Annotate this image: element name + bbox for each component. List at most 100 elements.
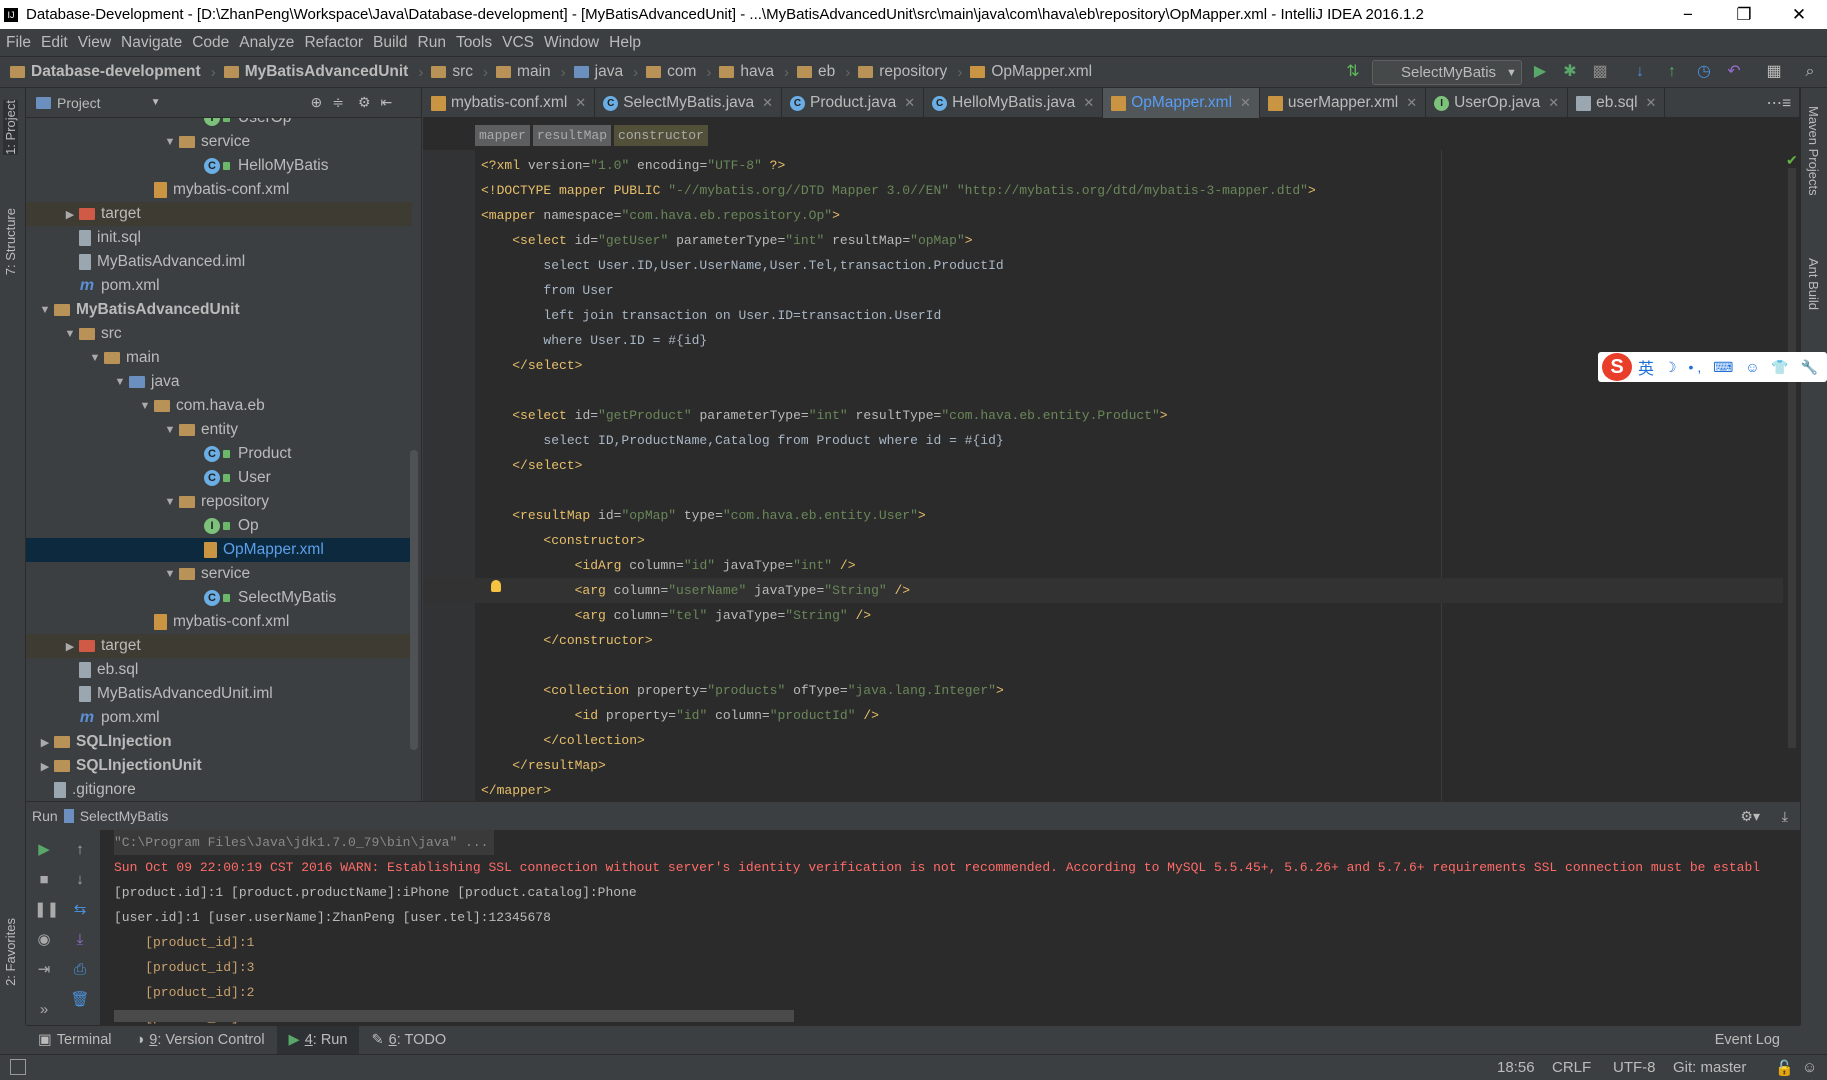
tab-list-menu-icon[interactable]: ⋯≡ bbox=[1758, 88, 1800, 118]
tree-item[interactable]: m pom.xml bbox=[26, 706, 412, 730]
tool-tab-ant[interactable]: Ant Build bbox=[1806, 258, 1821, 310]
toolwindow-todo[interactable]: ✎ 6: TODO bbox=[359, 1026, 458, 1055]
project-structure-icon[interactable]: ▦ bbox=[1764, 62, 1784, 82]
gear-icon[interactable]: ⚙▾ bbox=[1740, 808, 1760, 825]
menu-vcs[interactable]: VCS bbox=[502, 34, 534, 52]
menu-navigate[interactable]: Navigate bbox=[121, 34, 182, 52]
editor-tab[interactable]: I UserOp.java ✕ bbox=[1426, 88, 1569, 118]
close-tab-icon[interactable]: ✕ bbox=[1548, 95, 1559, 111]
clear-icon[interactable]: 🗑 bbox=[70, 990, 90, 1010]
line-separator[interactable]: CRLF bbox=[1552, 1059, 1591, 1076]
close-tab-icon[interactable]: ✕ bbox=[762, 95, 773, 111]
run-console[interactable]: "C:\Program Files\Java\jdk1.7.0_79\bin\j… bbox=[100, 830, 1800, 1025]
collapsed-arrow-icon[interactable]: ▶ bbox=[36, 736, 54, 749]
breadcrumb-item[interactable]: java bbox=[573, 63, 623, 81]
close-tab-icon[interactable]: ✕ bbox=[1646, 95, 1657, 111]
close-button[interactable]: ✕ bbox=[1771, 0, 1827, 29]
menu-refactor[interactable]: Refactor bbox=[304, 34, 363, 52]
tree-item[interactable]: ▶ target bbox=[26, 634, 412, 658]
menu-file[interactable]: File bbox=[6, 34, 31, 52]
xml-breadcrumb-resultMap[interactable]: resultMap bbox=[532, 125, 612, 146]
hector-icon[interactable]: ☺ bbox=[1802, 1059, 1817, 1076]
editor-scrollbar[interactable] bbox=[1788, 168, 1796, 748]
tree-item[interactable]: C User bbox=[26, 466, 412, 490]
expanded-arrow-icon[interactable]: ▼ bbox=[111, 376, 129, 388]
rerun-icon[interactable]: ▶ bbox=[34, 840, 54, 860]
tree-item[interactable]: ▼ java bbox=[26, 370, 412, 394]
editor-tab[interactable]: OpMapper.xml ✕ bbox=[1103, 88, 1260, 118]
editor-tab[interactable]: mybatis-conf.xml ✕ bbox=[423, 88, 596, 118]
breadcrumb-item[interactable]: OpMapper.xml bbox=[970, 63, 1092, 81]
expanded-arrow-icon[interactable]: ▼ bbox=[86, 352, 104, 364]
tree-item[interactable]: C HelloMyBatis bbox=[26, 154, 412, 178]
collapsed-arrow-icon[interactable]: ▶ bbox=[61, 208, 79, 221]
down-arrow-icon[interactable]: ↓ bbox=[70, 870, 90, 890]
breadcrumb-item[interactable]: repository bbox=[858, 63, 947, 81]
ime-tool-icons[interactable]: ☽ •, ⌨ ☺ 👕 🔧 bbox=[1664, 359, 1822, 376]
tree-item[interactable]: C Product bbox=[26, 442, 412, 466]
lock-icon[interactable]: 🔓 bbox=[1775, 1059, 1794, 1077]
tree-item[interactable]: ▼ service bbox=[26, 130, 412, 154]
tree-item[interactable]: ▶ SQLInjection bbox=[26, 730, 412, 754]
menu-code[interactable]: Code bbox=[192, 34, 229, 52]
tree-item[interactable]: mybatis-conf.xml bbox=[26, 610, 412, 634]
tree-item[interactable]: ▶ SQLInjectionUnit bbox=[26, 754, 412, 778]
tree-item[interactable]: C SelectMyBatis bbox=[26, 586, 412, 610]
tree-item[interactable]: eb.sql bbox=[26, 658, 412, 682]
file-encoding[interactable]: UTF-8 bbox=[1613, 1059, 1656, 1076]
vcs-sort-icon[interactable]: ⇅ bbox=[1343, 62, 1363, 82]
menu-help[interactable]: Help bbox=[609, 34, 641, 52]
tree-item[interactable]: ▼ main bbox=[26, 346, 412, 370]
run-tab-label[interactable]: SelectMyBatis bbox=[80, 808, 169, 824]
collapsed-arrow-icon[interactable]: ▶ bbox=[61, 640, 79, 653]
close-tab-icon[interactable]: ✕ bbox=[904, 95, 915, 111]
tool-tab-project[interactable]: 1: Project bbox=[3, 100, 18, 155]
toggle-tool-windows-icon[interactable] bbox=[10, 1059, 26, 1075]
breadcrumb-item[interactable]: Database-development bbox=[10, 63, 201, 81]
expanded-arrow-icon[interactable]: ▼ bbox=[136, 400, 154, 412]
up-arrow-icon[interactable]: ↑ bbox=[70, 840, 90, 860]
gear-icon[interactable]: ⚙ bbox=[358, 94, 371, 111]
tool-tab-maven[interactable]: Maven Projects bbox=[1806, 106, 1821, 196]
tree-item[interactable]: ▼ service bbox=[26, 562, 412, 586]
scroll-from-source-icon[interactable]: ⊕ bbox=[310, 94, 322, 111]
collapse-all-icon[interactable]: ≑ bbox=[332, 94, 344, 111]
close-tab-icon[interactable]: ✕ bbox=[575, 95, 586, 111]
stop-icon[interactable]: ■ bbox=[34, 870, 54, 890]
menu-analyze[interactable]: Analyze bbox=[239, 34, 294, 52]
menu-build[interactable]: Build bbox=[373, 34, 407, 52]
chevron-down-icon[interactable]: ▼ bbox=[151, 97, 161, 108]
tree-item[interactable]: ▼ com.hava.eb bbox=[26, 394, 412, 418]
tree-item[interactable]: OpMapper.xml bbox=[26, 538, 412, 562]
exit-icon[interactable]: ⇥ bbox=[34, 960, 54, 980]
tree-item[interactable]: mybatis-conf.xml bbox=[26, 178, 412, 202]
dump-threads-icon[interactable]: ◉ bbox=[34, 930, 54, 950]
close-tab-icon[interactable]: ✕ bbox=[1240, 95, 1251, 111]
menu-edit[interactable]: Edit bbox=[41, 34, 68, 52]
tree-item[interactable]: init.sql bbox=[26, 226, 412, 250]
ime-toolbar[interactable]: S 英 ☽ •, ⌨ ☺ 👕 🔧 bbox=[1598, 352, 1827, 382]
search-icon[interactable]: ⌕ bbox=[1800, 62, 1820, 82]
event-log-button[interactable]: Event Log bbox=[1715, 1032, 1780, 1048]
breadcrumb-item[interactable]: main bbox=[496, 63, 551, 81]
breadcrumb-item[interactable]: hava bbox=[719, 63, 774, 81]
breadcrumb-item[interactable]: src bbox=[431, 63, 473, 81]
xml-breadcrumb-constructor[interactable]: constructor bbox=[614, 125, 708, 146]
editor-tab[interactable]: userMapper.xml ✕ bbox=[1260, 88, 1427, 118]
console-scrollbar[interactable] bbox=[114, 1010, 794, 1022]
hide-icon[interactable]: ⤓ bbox=[1782, 808, 1788, 825]
tree-item[interactable]: ▼ entity bbox=[26, 418, 412, 442]
project-view-select[interactable]: Project bbox=[57, 95, 101, 111]
git-branch[interactable]: Git: master bbox=[1673, 1059, 1746, 1076]
tree-item[interactable]: ▶ target bbox=[26, 202, 412, 226]
tree-item[interactable]: MyBatisAdvancedUnit.iml bbox=[26, 682, 412, 706]
breadcrumb-item[interactable]: eb bbox=[797, 63, 835, 81]
print-icon[interactable]: ⎙ bbox=[70, 960, 90, 980]
pause-icon[interactable]: ❚❚ bbox=[34, 900, 59, 920]
expanded-arrow-icon[interactable]: ▼ bbox=[161, 496, 179, 508]
more-icon[interactable]: » bbox=[34, 1000, 54, 1020]
code-content[interactable]: <?xml version="1.0" encoding="UTF-8" ?> <… bbox=[423, 153, 1783, 801]
menu-window[interactable]: Window bbox=[544, 34, 599, 52]
soft-wrap-icon[interactable]: ⇆ bbox=[70, 900, 90, 920]
coverage-icon[interactable]: ▩ bbox=[1590, 62, 1610, 82]
